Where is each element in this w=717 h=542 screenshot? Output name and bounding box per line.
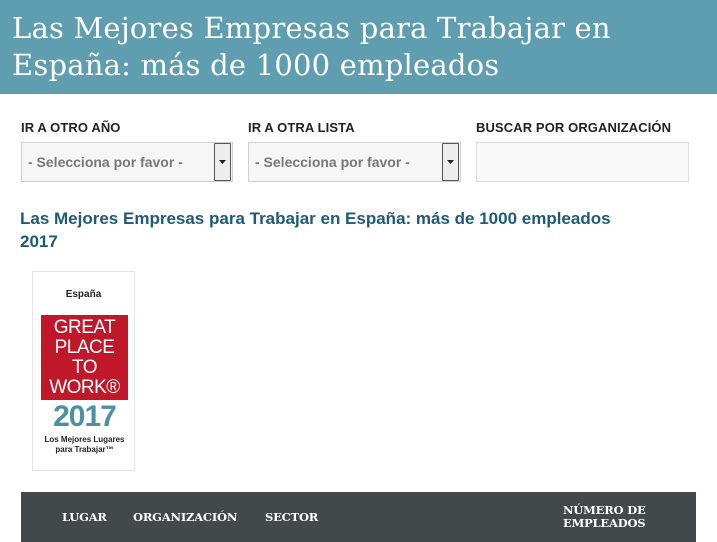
list-filter: IR A OTRA LISTA: [248, 120, 461, 140]
column-header-empleados[interactable]: NÚMERO DE EMPLEADOS: [563, 504, 646, 530]
organization-search-input[interactable]: [477, 143, 688, 181]
logo-word-work: WORK®: [49, 377, 120, 398]
ranking-table-header: LUGAR ORGANIZACIÓN SECTOR NÚMERO DE EMPL…: [21, 492, 696, 542]
year-filter: IR A OTRO AÑO: [21, 120, 233, 140]
column-header-organizacion[interactable]: ORGANIZACIÓN: [133, 511, 237, 524]
page-title-line1: Las Mejores Empresas para Trabajar en Es…: [20, 209, 611, 228]
banner-title-line2: España: más de 1000 empleados: [12, 48, 500, 82]
page-banner: Las Mejores Empresas para Trabajar en Es…: [0, 0, 717, 94]
filter-bar: IR A OTRO AÑO - Selecciona por favor - I…: [21, 120, 691, 184]
page-title: Las Mejores Empresas para Trabajar en Es…: [20, 207, 700, 253]
column-header-lugar[interactable]: LUGAR: [62, 511, 107, 524]
chevron-down-icon[interactable]: [442, 143, 459, 181]
logo-red-box: GREAT PLACE TO WORK®: [41, 315, 128, 400]
banner-title-line1: Las Mejores Empresas para Trabajar en: [12, 11, 611, 45]
year-filter-label: IR A OTRO AÑO: [21, 120, 121, 135]
page-title-year: 2017: [20, 232, 58, 251]
list-select-value: - Selecciona por favor -: [255, 154, 410, 170]
column-header-sector[interactable]: SECTOR: [265, 511, 318, 524]
logo-word-to: TO: [71, 357, 98, 378]
year-select[interactable]: - Selecciona por favor -: [21, 142, 233, 182]
year-select-value: - Selecciona por favor -: [28, 154, 183, 170]
organization-search-label: BUSCAR POR ORGANIZACIÓN: [476, 120, 672, 135]
logo-year: 2017: [53, 400, 117, 433]
logo-country: España: [65, 289, 102, 300]
gptw-logo: España GREAT PLACE TO WORK® 2017 Los Mej…: [32, 271, 135, 471]
logo-tagline-line1: Los Mejores Lugares: [44, 435, 125, 444]
logo-word-great: GREAT: [53, 317, 116, 338]
logo-word-place: PLACE: [54, 337, 115, 358]
chevron-down-icon[interactable]: [214, 143, 231, 181]
logo-tagline-line2: para Trabajar™: [55, 445, 114, 454]
organization-search: BUSCAR POR ORGANIZACIÓN: [476, 120, 691, 140]
logo-tagline: Los Mejores Lugares para Trabajar™: [37, 435, 132, 455]
list-select[interactable]: - Selecciona por favor -: [248, 142, 461, 182]
banner-title: Las Mejores Empresas para Trabajar en Es…: [12, 10, 705, 84]
column-header-empleados-line2: EMPLEADOS: [563, 516, 646, 530]
column-header-empleados-line1: NÚMERO DE: [563, 503, 646, 517]
list-filter-label: IR A OTRA LISTA: [248, 120, 355, 135]
organization-search-field[interactable]: [476, 142, 689, 182]
